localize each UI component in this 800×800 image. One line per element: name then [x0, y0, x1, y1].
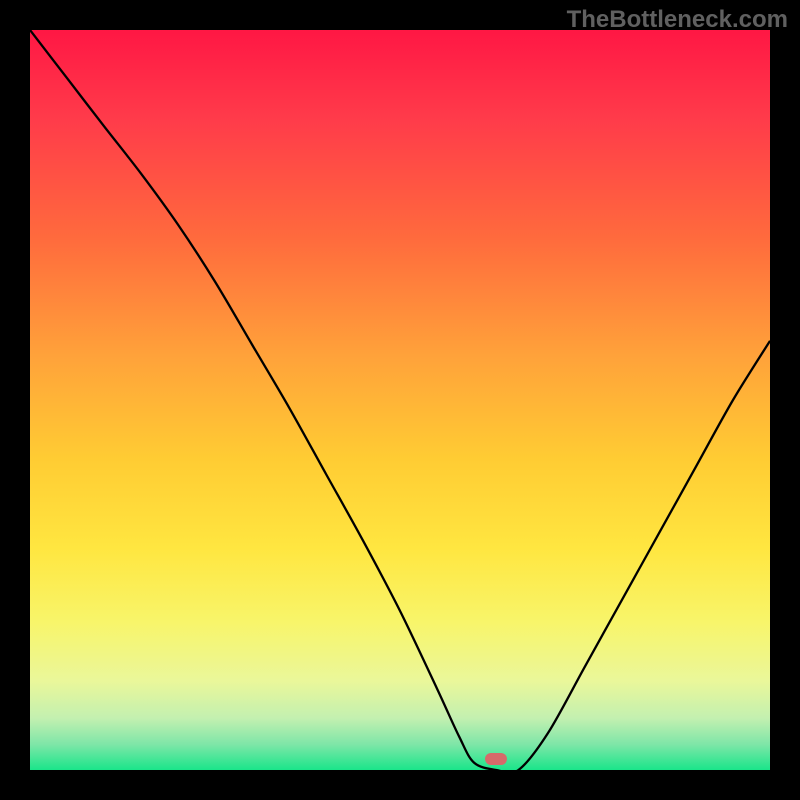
- plot-frame: [30, 30, 770, 770]
- gradient-background: [30, 30, 770, 770]
- watermark-text: TheBottleneck.com: [567, 6, 788, 34]
- bottleneck-chart: [30, 30, 770, 770]
- chart-wrapper: TheBottleneck.com: [0, 0, 800, 800]
- optimum-marker: [485, 753, 507, 765]
